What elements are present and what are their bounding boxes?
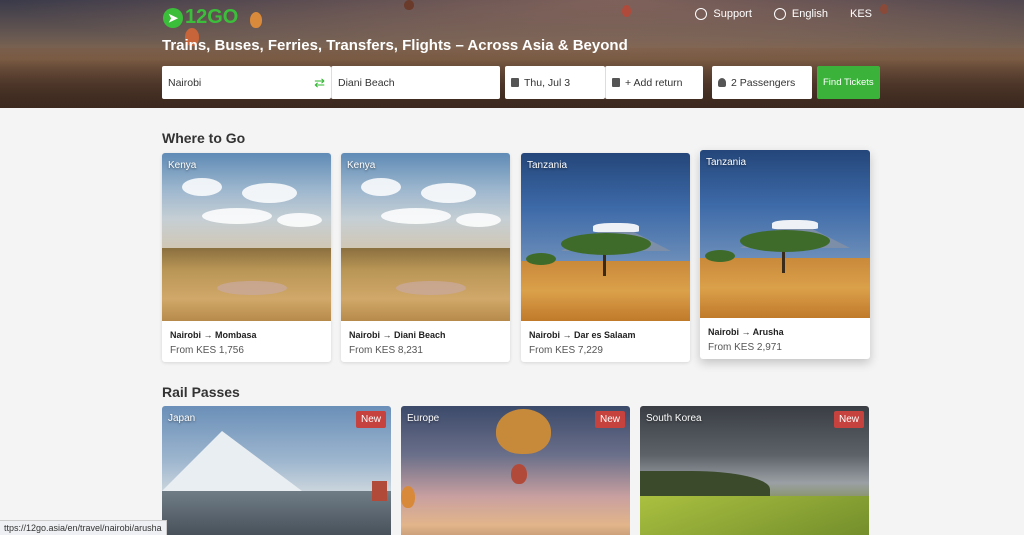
- card-route: Nairobi → Mombasa: [170, 330, 257, 340]
- currency-selector[interactable]: KES: [850, 8, 872, 20]
- calendar-icon: [511, 78, 519, 87]
- new-badge: New: [594, 411, 625, 428]
- destination-card[interactable]: Kenya Nairobi → Mombasa From KES 1,756: [162, 153, 331, 362]
- rail-pass-card[interactable]: Japan New: [162, 406, 391, 535]
- card-image: Tanzania: [521, 153, 690, 321]
- passengers-field[interactable]: 2 Passengers: [712, 66, 812, 99]
- destination-card[interactable]: Tanzania Nairobi → Dar es Salaam From KE…: [521, 153, 690, 362]
- balloon-image: [880, 4, 888, 14]
- card-route: Nairobi → Arusha: [708, 327, 784, 337]
- lifebuoy-icon: [695, 8, 708, 20]
- logo[interactable]: ➤ 12GO: [163, 6, 238, 29]
- date-field[interactable]: Thu, Jul 3: [505, 66, 605, 99]
- rail-passes-title: Rail Passes: [162, 384, 240, 400]
- card-country: Tanzania: [706, 157, 747, 168]
- destination-card[interactable]: Tanzania Nairobi → Arusha From KES 2,971: [700, 150, 870, 359]
- hero-banner: ➤ 12GO Support English KES Trains, Buses…: [0, 0, 1024, 108]
- to-value: Diani Beach: [338, 76, 395, 89]
- support-link[interactable]: Support: [695, 8, 752, 20]
- card-route: Nairobi → Dar es Salaam: [529, 330, 636, 340]
- card-country: Tanzania: [527, 160, 568, 171]
- card-price: From KES 8,231: [349, 345, 423, 356]
- card-price: From KES 7,229: [529, 345, 603, 356]
- card-route: Nairobi → Diani Beach: [349, 330, 446, 340]
- swap-icon[interactable]: ⇄: [314, 75, 325, 91]
- logo-icon: ➤: [163, 7, 183, 28]
- find-tickets-button[interactable]: Find Tickets: [817, 66, 880, 99]
- rail-country: South Korea: [646, 413, 702, 424]
- balloon-image: [250, 12, 262, 28]
- card-price: From KES 2,971: [708, 342, 782, 353]
- return-field[interactable]: + Add return: [605, 66, 703, 99]
- balloon-image: [404, 0, 414, 10]
- support-label: Support: [713, 8, 752, 20]
- new-badge: New: [355, 411, 386, 428]
- currency-label: KES: [849, 8, 872, 20]
- where-to-go-title: Where to Go: [162, 130, 246, 146]
- new-badge: New: [833, 411, 864, 428]
- date-value: Thu, Jul 3: [524, 76, 571, 89]
- balloon-image: [622, 5, 631, 17]
- rail-pass-card[interactable]: South Korea New: [640, 406, 869, 535]
- calendar-icon: [612, 78, 620, 87]
- logo-text: 12GO: [185, 6, 239, 28]
- rail-country: Japan: [168, 413, 196, 424]
- from-field[interactable]: Nairobi ⇄: [162, 66, 331, 99]
- card-image: Kenya: [162, 153, 331, 321]
- from-value: Nairobi: [168, 76, 202, 89]
- return-value: + Add return: [625, 76, 683, 89]
- card-country: Kenya: [168, 160, 197, 171]
- rail-country: Europe: [407, 413, 440, 424]
- card-price: From KES 1,756: [170, 345, 244, 356]
- card-image: Tanzania: [700, 150, 870, 318]
- search-form: Nairobi ⇄ Diani Beach Thu, Jul 3 + Add r…: [162, 66, 880, 99]
- destination-card[interactable]: Kenya Nairobi → Diani Beach From KES 8,2…: [341, 153, 510, 362]
- top-nav: Support English KES: [695, 8, 872, 20]
- passengers-value: 2 Passengers: [731, 76, 796, 89]
- card-country: Kenya: [347, 160, 376, 171]
- status-bar-url: ttps://12go.asia/en/travel/nairobi/arush…: [0, 520, 167, 535]
- language-label: English: [791, 8, 828, 20]
- card-image: Kenya: [341, 153, 510, 321]
- hero-title: Trains, Buses, Ferries, Transfers, Fligh…: [162, 37, 628, 54]
- language-selector[interactable]: English: [773, 8, 828, 20]
- rail-pass-card[interactable]: Europe New: [401, 406, 630, 535]
- to-field[interactable]: Diani Beach: [331, 66, 500, 99]
- person-icon: [718, 78, 726, 87]
- globe-icon: [773, 8, 786, 20]
